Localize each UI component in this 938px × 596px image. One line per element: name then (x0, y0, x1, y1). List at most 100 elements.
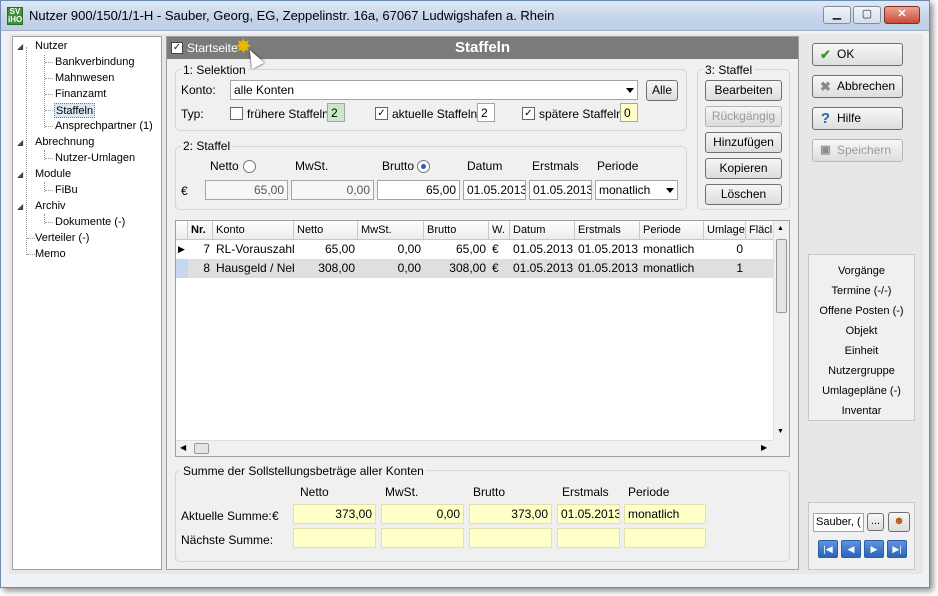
netto-radio[interactable] (243, 160, 256, 173)
scroll-up-icon[interactable]: ▲ (777, 225, 784, 232)
people-icon[interactable]: ☻ (888, 512, 910, 532)
aktuelle-checkbox[interactable]: ✓ (375, 107, 388, 120)
cell-umlage: 1 (736, 261, 743, 275)
scroll-right-icon[interactable]: ▶ (761, 443, 767, 452)
brutto-radio[interactable] (417, 160, 430, 173)
link-vorgaenge[interactable]: Vorgänge (809, 265, 914, 277)
bearbeiten-button[interactable]: Bearbeiten (705, 80, 782, 101)
maximize-button[interactable]: ▢ (853, 6, 881, 24)
dropdown-arrow-icon (626, 88, 634, 93)
rueckgaengig-button[interactable]: Rückgängig (705, 106, 782, 127)
summe-periode-label: Periode (628, 485, 670, 499)
column-header-waehrung[interactable]: W. (489, 221, 510, 240)
netto-field[interactable]: 65,00 (205, 180, 288, 200)
close-button[interactable]: ✕ (884, 6, 920, 24)
column-header-datum[interactable]: Datum (510, 221, 575, 240)
scroll-left-icon[interactable]: ◀ (180, 443, 186, 452)
tree-item-bankverbindung[interactable]: Bankverbindung (55, 55, 135, 70)
table-row[interactable]: ▶ 7 RL-Vorauszahlu 65,00 0,00 65,00 € 01… (176, 240, 775, 259)
periode-select[interactable]: monatlich (595, 180, 678, 200)
horizontal-scrollbar[interactable]: ◀ ▶ (176, 440, 775, 456)
tree-item-memo[interactable]: Memo (35, 247, 66, 262)
fruehere-checkbox[interactable] (230, 107, 243, 120)
column-header-konto[interactable]: Konto (213, 221, 294, 240)
summe-erstmals-label: Erstmals (562, 485, 609, 499)
record-navigator: Sauber, ( ... ☻ |◀ ◀ ▶ ▶| (808, 502, 915, 570)
expand-arrow-icon[interactable]: ◢ (17, 202, 23, 211)
link-termine[interactable]: Termine (-/-) (809, 285, 914, 297)
summe-brutto-label: Brutto (473, 485, 506, 499)
link-einheit[interactable]: Einheit (809, 345, 914, 357)
first-record-icon[interactable]: |◀ (818, 540, 838, 558)
next-record-icon[interactable]: ▶ (864, 540, 884, 558)
application-window: SV iHO Nutzer 900/150/1/1-H - Sauber, Ge… (0, 0, 930, 588)
row-selector-header (176, 221, 188, 240)
previous-record-icon[interactable]: ◀ (841, 540, 861, 558)
tree-item-verteiler[interactable]: Verteiler (-) (35, 231, 89, 246)
ok-button[interactable]: ✔ OK (812, 43, 903, 66)
row-selector[interactable] (176, 259, 188, 278)
tree-item-finanzamt[interactable]: Finanzamt (55, 87, 106, 102)
konto-select[interactable]: alle Konten (230, 80, 638, 100)
link-nutzergruppe[interactable]: Nutzergruppe (809, 365, 914, 377)
tree-item-nutzer-umlagen[interactable]: Nutzer-Umlagen (55, 151, 135, 166)
mwst-field[interactable]: 0,00 (291, 180, 374, 200)
tree-item-mahnwesen[interactable]: Mahnwesen (55, 71, 114, 86)
column-header-netto[interactable]: Netto (294, 221, 358, 240)
tree-item-staffeln[interactable]: Staffeln (54, 103, 96, 118)
save-disk-icon: ▣ (820, 144, 831, 156)
expand-arrow-icon[interactable]: ◢ (17, 42, 23, 51)
link-objekt[interactable]: Objekt (809, 325, 914, 337)
column-header-flaeche[interactable]: Fläcl (746, 221, 776, 240)
title-bar[interactable]: SV iHO Nutzer 900/150/1/1-H - Sauber, Ge… (1, 1, 929, 31)
last-record-icon[interactable]: ▶| (887, 540, 907, 558)
loeschen-button[interactable]: Löschen (705, 184, 782, 205)
kopieren-button[interactable]: Kopieren (705, 158, 782, 179)
tree-item-ansprechpartner[interactable]: Ansprechpartner (1) (55, 119, 153, 134)
column-header-periode[interactable]: Periode (640, 221, 704, 240)
hilfe-button[interactable]: ? Hilfe (812, 107, 903, 130)
column-header-umlage[interactable]: Umlage (704, 221, 746, 240)
tree-item-abrechnung[interactable]: Abrechnung (35, 135, 94, 150)
column-header-nr[interactable]: Nr. (188, 221, 213, 240)
tree-item-dokumente[interactable]: Dokumente (-) (55, 215, 125, 230)
record-more-button[interactable]: ... (867, 513, 884, 531)
scroll-down-icon[interactable]: ▼ (777, 428, 784, 435)
vertical-scroll-thumb[interactable] (776, 239, 787, 313)
record-name-field[interactable]: Sauber, ( (813, 513, 864, 532)
column-header-erstmals[interactable]: Erstmals (575, 221, 640, 240)
cell-brutto: 308,00 (449, 261, 486, 275)
staffel-group (175, 146, 687, 210)
naechste-periode-field (624, 528, 706, 548)
aktuelle-label: aktuelle Staffeln: (392, 107, 481, 121)
horizontal-scroll-thumb[interactable] (194, 443, 209, 454)
tree-item-fibu[interactable]: FiBu (55, 183, 78, 198)
abbrechen-button[interactable]: ✖ Abbrechen (812, 75, 903, 98)
column-header-mwst[interactable]: MwSt. (358, 221, 424, 240)
panel-title: Staffeln (454, 39, 510, 56)
related-links-panel: Vorgänge Termine (-/-) Offene Posten (-)… (808, 254, 915, 421)
tree-item-nutzer[interactable]: Nutzer (35, 39, 67, 54)
tree-item-archiv[interactable]: Archiv (35, 199, 66, 214)
column-header-brutto[interactable]: Brutto (424, 221, 489, 240)
alle-button[interactable]: Alle (646, 80, 678, 101)
datum-field[interactable]: 01.05.2013 (463, 180, 526, 200)
vertical-scrollbar[interactable]: ▲ ▼ (773, 221, 789, 441)
spaetere-checkbox[interactable]: ✓ (522, 107, 535, 120)
tree-item-module[interactable]: Module (35, 167, 71, 182)
table-row[interactable]: 8 Hausgeld / Neb 308,00 0,00 308,00 € 01… (176, 259, 775, 278)
link-umlageplaene[interactable]: Umlagepläne (-) (809, 385, 914, 397)
naechste-summe-label: Nächste Summe: (181, 533, 274, 547)
expand-arrow-icon[interactable]: ◢ (17, 138, 23, 147)
aktuelle-netto-field: 373,00 (293, 504, 376, 524)
cell-netto: 65,00 (324, 242, 355, 256)
link-offene-posten[interactable]: Offene Posten (-) (809, 305, 914, 317)
speichern-button[interactable]: ▣ Speichern (812, 139, 903, 162)
link-inventar[interactable]: Inventar (809, 405, 914, 417)
tree-line (27, 254, 35, 255)
minimize-button[interactable]: ▁ (823, 6, 851, 24)
hinzufuegen-button[interactable]: Hinzufügen (705, 132, 782, 153)
erstmals-field[interactable]: 01.05.2013 (529, 180, 592, 200)
expand-arrow-icon[interactable]: ◢ (17, 170, 23, 179)
brutto-field[interactable]: 65,00 (377, 180, 460, 200)
